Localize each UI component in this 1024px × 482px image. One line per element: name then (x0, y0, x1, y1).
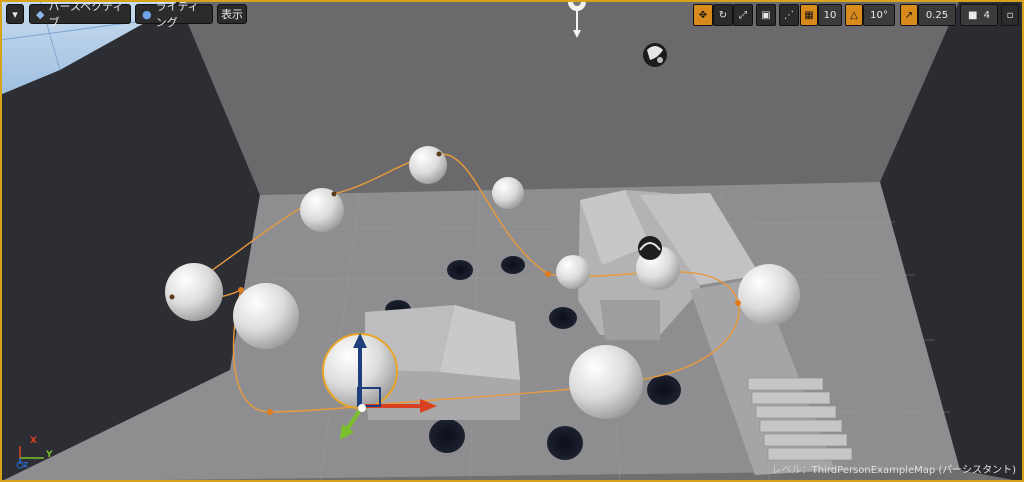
axis-y-label: Y (46, 450, 53, 460)
show-flags-button[interactable]: 表示 (217, 4, 247, 24)
move-icon: ✥ (698, 9, 708, 21)
scale-mode-button[interactable]: ⤢ (733, 4, 753, 26)
rotation-snap-value-label: 10° (870, 9, 888, 21)
rotation-snap-value[interactable]: 10° (863, 4, 895, 26)
grid-icon: ▦ (804, 9, 814, 21)
lighting-mode-button[interactable]: ● ライティング (135, 0, 213, 29)
maximize-viewport-button[interactable]: ▫ (1001, 4, 1019, 26)
angle-icon: △ (850, 9, 858, 21)
sphere (492, 177, 524, 209)
scale-arrow-icon: ↗ (904, 9, 914, 21)
scene-render (0, 0, 1024, 482)
axis-z-label: Z (23, 461, 29, 469)
sphere (233, 283, 299, 349)
rotate-icon: ↻ (718, 9, 728, 21)
sphere (569, 345, 643, 419)
perspective-icon: ◆ (36, 7, 45, 21)
level-prefix: レベル： (771, 465, 812, 476)
surface-snapping-button[interactable]: ⋰ (779, 4, 799, 26)
lighting-label: ライティング (155, 0, 199, 29)
sphere (556, 255, 590, 289)
coordinate-system-button[interactable]: ▣ (756, 4, 776, 26)
grid-snap-value[interactable]: 10 (818, 4, 842, 26)
scale-snap-toggle[interactable]: ↗ (900, 4, 918, 26)
sphere (300, 188, 344, 232)
reflection-capture-icon[interactable] (643, 43, 667, 67)
rotation-snap-toggle[interactable]: △ (845, 4, 863, 26)
grid-snap-toggle[interactable]: ▦ (800, 4, 818, 26)
chevron-down-icon: ▾ (12, 7, 18, 21)
perspective-label: パースペクティブ (48, 0, 124, 29)
grid-snap-value-label: 10 (823, 9, 837, 21)
camera-icon: ■ (968, 9, 978, 21)
axis-x-label: X (30, 436, 37, 446)
camera-speed-button[interactable]: ■ 4 (960, 4, 998, 26)
world-cube-icon: ▣ (761, 9, 771, 21)
back-wall (178, 0, 960, 195)
sphere (409, 146, 447, 184)
show-label: 表示 (221, 8, 243, 21)
camera-speed-value-label: 4 (983, 9, 990, 21)
maximize-icon: ▫ (1006, 9, 1014, 21)
sphere (165, 263, 223, 321)
scale-icon: ⤢ (739, 9, 747, 21)
rotate-mode-button[interactable]: ↻ (713, 4, 733, 26)
translate-mode-button[interactable]: ✥ (693, 4, 713, 26)
viewport-options-button[interactable]: ▾ (6, 4, 24, 24)
level-viewport[interactable]: X Y Z ▾ ◆ パースペクティブ ● ライティング 表示 ✥ ↻ ⤢ ▣ ⋰… (0, 0, 1024, 482)
scale-snap-value-label: 0.25 (925, 9, 949, 21)
perspective-button[interactable]: ◆ パースペクティブ (29, 0, 131, 29)
sphere (738, 264, 800, 326)
level-name: ThirdPersonExampleMap (パーシスタント) (811, 465, 1016, 476)
scale-snap-value[interactable]: 0.25 (918, 4, 956, 26)
sphere-reflection-icon[interactable] (638, 236, 662, 260)
level-status: レベル：ThirdPersonExampleMap (パーシスタント) (772, 461, 1016, 476)
lit-sphere-icon: ● (142, 7, 152, 21)
surface-snap-icon: ⋰ (784, 9, 794, 21)
